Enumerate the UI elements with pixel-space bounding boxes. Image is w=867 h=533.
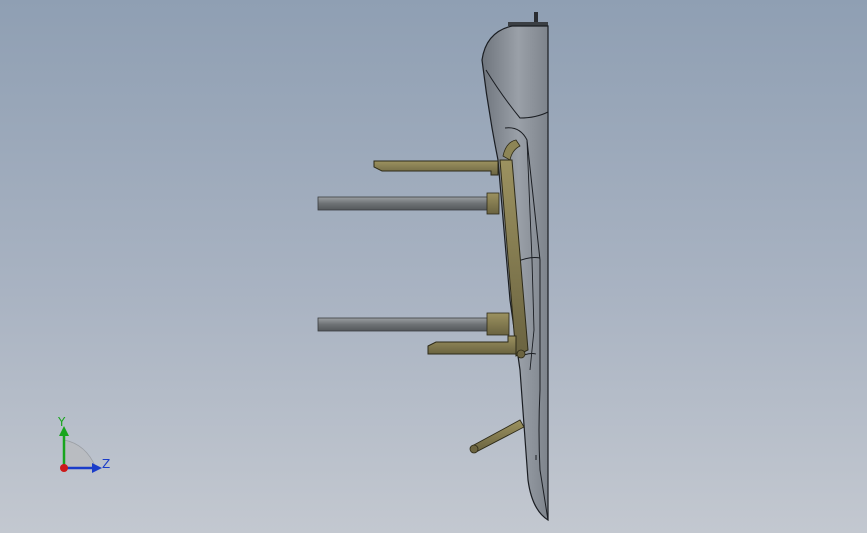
upper-l-bracket bbox=[373, 160, 499, 176]
coordinate-triad: Y Z bbox=[48, 412, 118, 482]
upper-rod bbox=[317, 192, 500, 215]
cad-part-model[interactable] bbox=[0, 0, 867, 533]
cad-viewport[interactable]: Y Z bbox=[0, 0, 867, 533]
lower-l-bracket bbox=[427, 335, 517, 355]
y-axis-label: Y bbox=[58, 415, 66, 429]
angled-pin bbox=[469, 419, 525, 454]
z-axis-label: Z bbox=[102, 457, 111, 471]
lower-rod bbox=[317, 312, 510, 336]
top-stub bbox=[508, 12, 548, 26]
